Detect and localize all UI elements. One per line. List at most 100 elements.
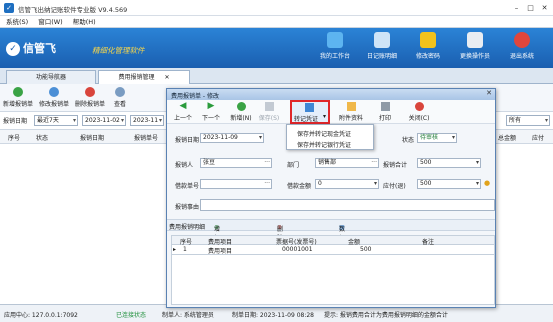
lightbulb-icon[interactable]: ●	[484, 179, 490, 187]
loan-number-label: 借款单号	[175, 183, 200, 190]
detail-table-empty-area	[171, 255, 495, 305]
prev-button[interactable]: ◀ 上一个	[169, 101, 197, 123]
detail-row-invoice[interactable]: 00001001	[282, 246, 313, 253]
detail-section-title: 费用报销明细	[169, 224, 206, 231]
next-label: 下一个	[201, 115, 220, 122]
payable-dropdown-icon[interactable]: ▾	[476, 180, 479, 188]
change-password-button[interactable]: 修改密码	[406, 32, 450, 60]
status-label: 状态	[402, 137, 415, 144]
change-password-label: 修改密码	[415, 53, 440, 60]
tab-bar: 功能导航器 费用报销管理 ✕	[0, 68, 553, 84]
brand-logo: ✓ 信管飞	[6, 40, 56, 56]
total-dropdown-icon[interactable]: ▾	[476, 159, 479, 167]
delete-expense-button[interactable]: 删除报销单	[74, 87, 106, 108]
tab-expense-management[interactable]: 费用报销管理 ✕	[98, 70, 190, 84]
dept-field[interactable]: 销售部 ···	[315, 158, 379, 168]
detail-table-row[interactable]: ▸ 1 费用项目 00001001 500	[171, 245, 495, 255]
transfer-voucher-button[interactable]: 转记凭证 ▾	[290, 100, 330, 124]
voucher-icon	[305, 103, 314, 112]
next-button[interactable]: ▶ 下一个	[197, 102, 225, 123]
dialog-new-label: 新增(N)	[230, 115, 252, 122]
dept-label: 部门	[287, 162, 300, 169]
dropdown-arrow-icon[interactable]: ▾	[323, 113, 326, 120]
payable-field[interactable]: 500 ▾	[417, 179, 481, 189]
total-label: 报销合计	[383, 162, 408, 169]
title-bar: ✓ 信管飞出纳记账软件专业版 V9.4.569 – □ ✕	[0, 0, 553, 16]
loan-lookup-icon[interactable]: ···	[264, 180, 270, 188]
expense-dialog: 费用报销单 - 修改 ✕ ◀ 上一个 ▶ 下一个 新增(N) 保存(S) 转记凭证 …	[166, 88, 496, 308]
server-status: 应用中心: 127.0.0.1:7092	[4, 312, 78, 319]
dialog-close-button[interactable]: 关闭(C)	[405, 102, 433, 122]
dialog-save-button[interactable]: 保存(S)	[255, 102, 283, 122]
left-arrow-icon: ◀	[179, 101, 187, 111]
reason-field[interactable]	[200, 199, 495, 211]
ledger-icon	[374, 32, 390, 48]
menu-help[interactable]: 帮助(H)	[73, 16, 96, 28]
status-value: 待审核	[420, 134, 439, 141]
creator-status: 制单人: 系统管理员	[162, 312, 214, 319]
total-value: 500	[420, 159, 432, 166]
loan-amount-label: 借款金额	[287, 183, 312, 190]
status-filter-select[interactable]: 所有	[506, 115, 550, 126]
total-field[interactable]: 500 ▾	[417, 158, 481, 168]
dialog-title: 费用报销单 - 修改	[171, 93, 219, 100]
dialog-close-icon[interactable]: ✕	[486, 89, 492, 97]
detail-row-amount[interactable]: 500	[360, 246, 371, 253]
date-to-field[interactable]: 2023-11	[130, 115, 164, 126]
view-label: 查看	[113, 101, 126, 108]
workbench-button[interactable]: 我的工作台	[313, 32, 357, 60]
expense-date-value: 2023-11-09	[203, 134, 238, 141]
monitor-icon	[327, 32, 343, 48]
menu-save-bank-voucher[interactable]: 保存并转记银行凭证	[297, 140, 351, 149]
loan-number-field[interactable]: ···	[200, 179, 272, 189]
journal-detail-label: 日记账明细	[366, 53, 397, 60]
expense-date-field[interactable]: 2023-11-09 ▾	[200, 133, 264, 143]
menu-system[interactable]: 系统(S)	[6, 16, 28, 28]
minimize-button[interactable]: –	[510, 3, 523, 13]
delete-expense-label: 删除报销单	[74, 101, 105, 108]
user-icon	[467, 32, 483, 48]
edit-icon	[49, 87, 59, 97]
app-banner: ✓ 信管飞 精细化管理软件 我的工作台 日记账明细 修改密码 更换操作员 退出系统	[0, 28, 553, 68]
menu-window[interactable]: 窗口(W)	[38, 16, 63, 28]
print-button[interactable]: 打印	[371, 102, 399, 122]
menu-save-cash-voucher[interactable]: 保存并转记现金凭证	[297, 129, 351, 138]
tab-function-navigator[interactable]: 功能导航器	[6, 70, 96, 84]
exit-icon	[514, 32, 530, 48]
connection-status: 已连接状态	[116, 312, 147, 319]
attachment-icon	[346, 102, 356, 111]
loan-amount-dropdown-icon[interactable]: ▾	[374, 180, 377, 188]
row-pointer-icon: ▸	[173, 246, 177, 253]
maximize-button[interactable]: □	[524, 3, 537, 13]
print-label: 打印	[378, 115, 391, 122]
tab-close-icon[interactable]: ✕	[164, 74, 169, 81]
loan-amount-field[interactable]: 0 ▾	[315, 179, 379, 189]
view-icon	[115, 87, 125, 97]
edit-expense-button[interactable]: 修改报销单	[38, 87, 70, 108]
status-field[interactable]: 待审核 ▾	[417, 133, 457, 143]
attachments-button[interactable]: 附件资料	[337, 102, 365, 122]
dept-lookup-icon[interactable]: ···	[371, 159, 377, 167]
person-field[interactable]: 张豆 ···	[200, 158, 272, 168]
col-status: 状态	[36, 135, 49, 142]
dialog-new-button[interactable]: 新增(N)	[227, 102, 255, 122]
plus-icon	[13, 87, 23, 97]
payable-value: 500	[420, 180, 432, 187]
view-button[interactable]: 查看	[108, 87, 132, 108]
journal-detail-button[interactable]: 日记账明细	[360, 32, 404, 60]
new-expense-button[interactable]: 新增报销单	[2, 87, 34, 108]
date-from-field[interactable]: 2023-11-02	[82, 115, 126, 126]
detail-row-item[interactable]: 费用项目	[208, 246, 232, 255]
exit-system-button[interactable]: 退出系统	[500, 32, 544, 60]
person-lookup-icon[interactable]: ···	[264, 159, 270, 167]
calendar-dropdown-icon[interactable]: ▾	[259, 134, 262, 142]
switch-operator-button[interactable]: 更换操作员	[453, 32, 497, 60]
detail-row-no: 1	[183, 246, 187, 253]
date-range-select[interactable]: 最近7天	[34, 115, 78, 126]
col-payable: 应付	[532, 135, 545, 142]
col-total: 总金额	[498, 135, 517, 142]
close-icon	[414, 102, 424, 111]
close-window-button[interactable]: ✕	[538, 3, 551, 13]
dialog-save-label: 保存(S)	[258, 115, 280, 122]
prev-label: 上一个	[173, 115, 192, 122]
